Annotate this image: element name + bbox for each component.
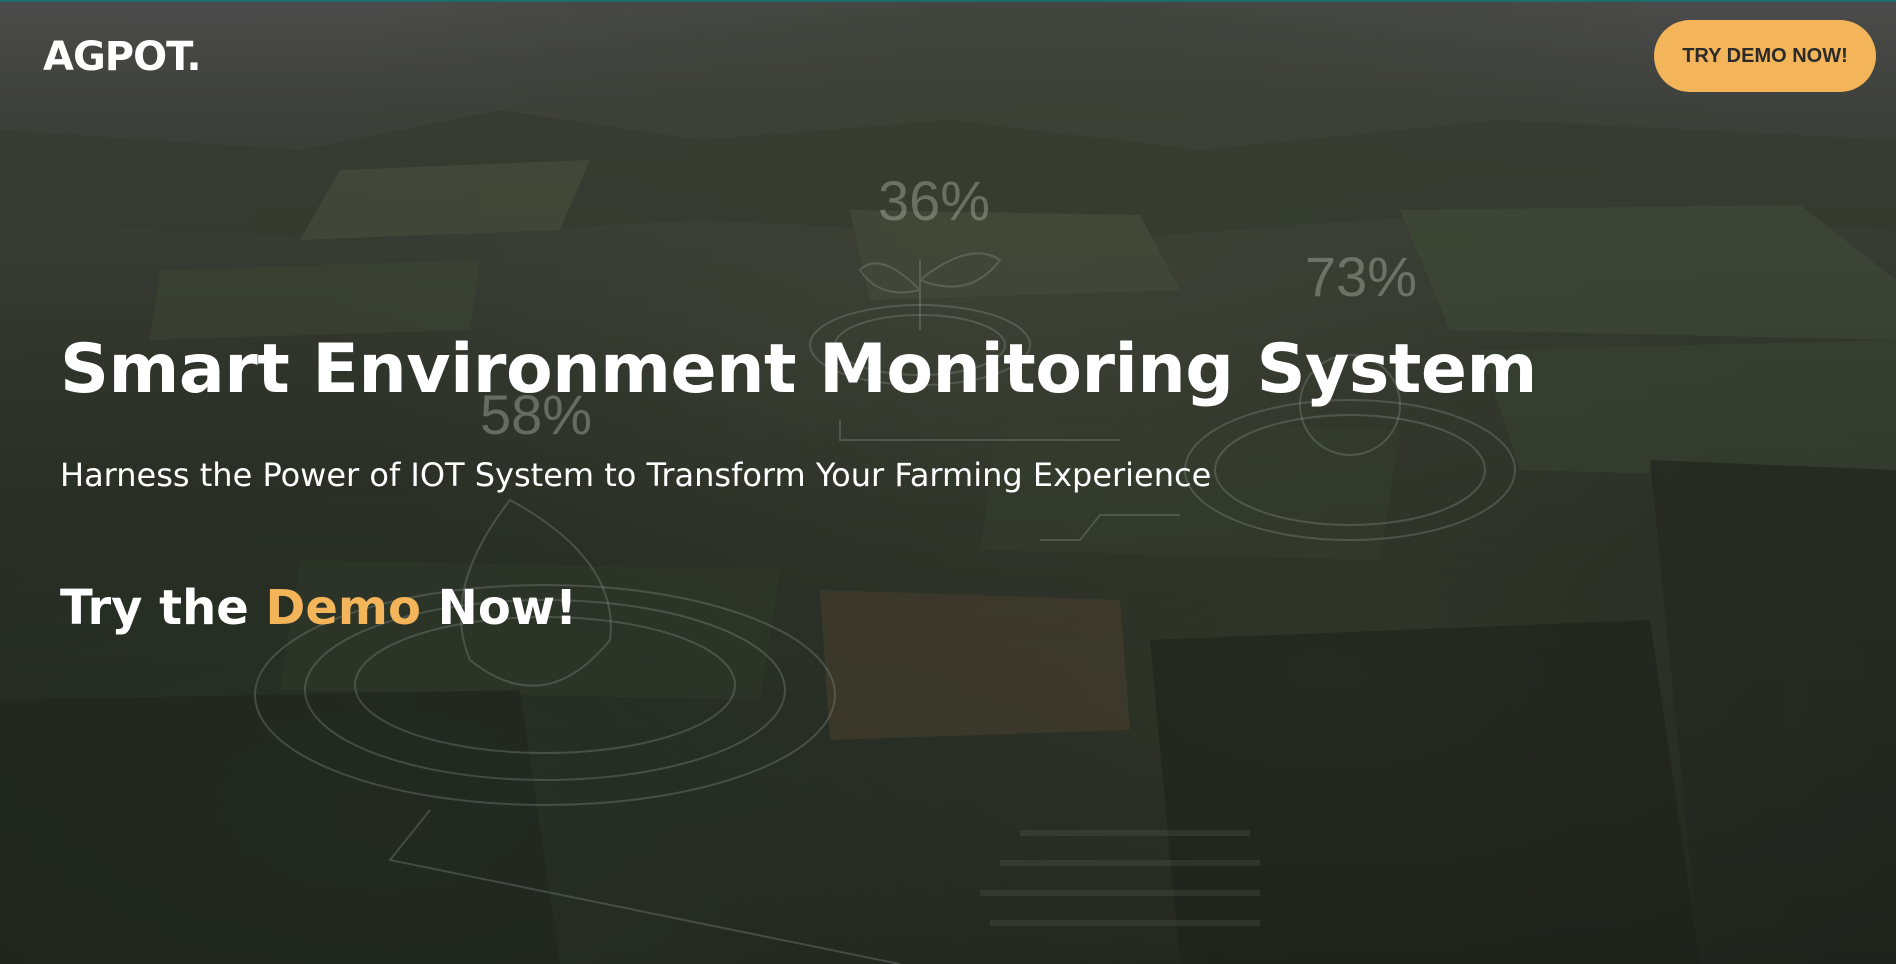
demo-call-to-action: Try the Demo Now! [60,580,577,636]
cta-accent-word: Demo [265,580,421,636]
hud-sun-value: 73% [1305,245,1418,308]
hud-plant-value: 36% [878,169,991,232]
hero-subtitle: Harness the Power of IOT System to Trans… [60,456,1212,494]
hero-section: 36% 73% 58% AGPOT. TRY DEMO NOW! Smart E… [0,0,1896,964]
hero-title: Smart Environment Monitoring System [60,330,1537,409]
cta-suffix: Now! [437,580,578,636]
cta-prefix: Try the [60,580,249,636]
brand-logo[interactable]: AGPOT. [43,34,202,80]
try-demo-button[interactable]: TRY DEMO NOW! [1654,20,1876,92]
